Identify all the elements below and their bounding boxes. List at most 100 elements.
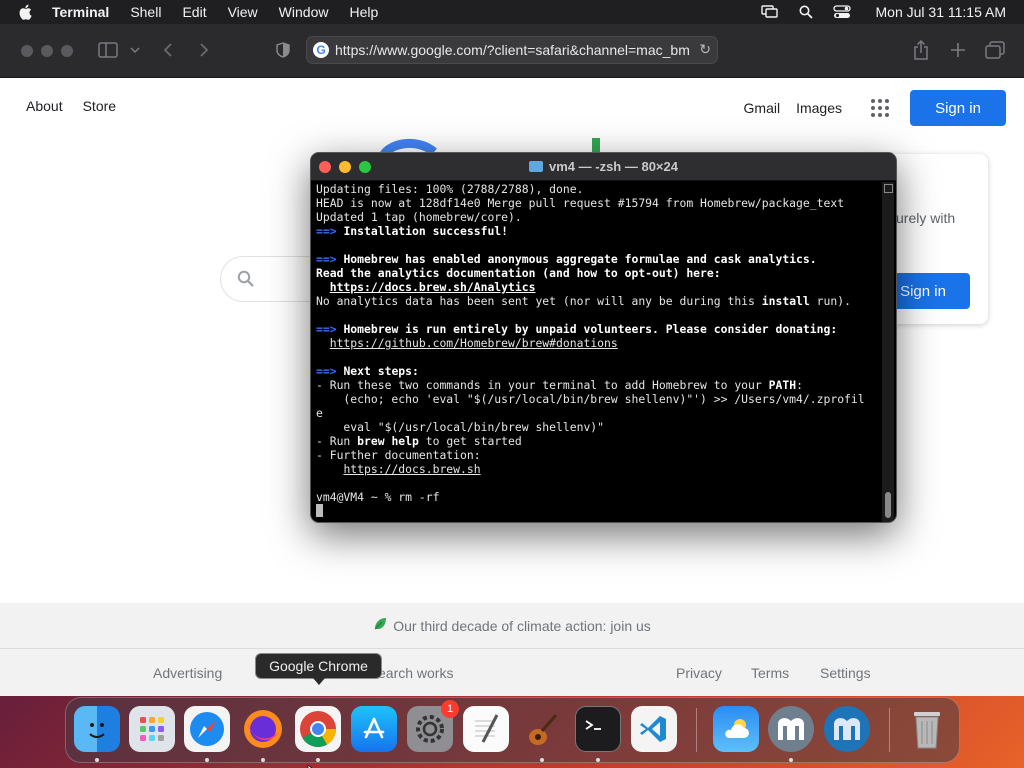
system-settings-icon[interactable]: 1 — [407, 700, 459, 752]
settings-link[interactable]: Settings — [820, 665, 871, 681]
advertising-link[interactable]: Advertising — [153, 665, 222, 681]
brew-docs-link[interactable]: https://docs.brew.sh — [343, 462, 480, 476]
terminal-icon[interactable] — [575, 706, 621, 752]
privacy-shield-icon[interactable] — [274, 38, 292, 62]
trash-icon[interactable] — [904, 706, 950, 752]
menu-edit[interactable]: Edit — [182, 4, 206, 20]
settings-badge: 1 — [441, 700, 459, 718]
sign-in-button[interactable]: Sign in — [910, 90, 1006, 126]
control-center-icon[interactable] — [832, 4, 852, 20]
terminal-cursor — [316, 504, 323, 517]
screen-mirror-icon[interactable] — [760, 4, 780, 20]
how-search-works-link[interactable]: earch works — [378, 665, 453, 681]
google-apps-icon[interactable] — [868, 96, 892, 120]
terminal-line: to get started — [418, 434, 522, 448]
about-link[interactable]: About — [26, 98, 63, 114]
terminal-line: - Run — [316, 434, 358, 448]
terminal-line: Next steps: — [343, 364, 419, 378]
chrome-icon[interactable] — [295, 706, 341, 752]
url-text[interactable]: https://www.google.com/?client=safari&ch… — [335, 42, 690, 58]
vscode-icon[interactable] — [631, 706, 677, 752]
folder-icon — [529, 161, 543, 172]
images-link[interactable]: Images — [796, 100, 842, 116]
gmail-link[interactable]: Gmail — [744, 100, 781, 116]
chevron-down-icon[interactable] — [129, 38, 141, 62]
share-icon[interactable] — [910, 38, 932, 62]
terminal-line: : — [796, 378, 803, 392]
spotlight-icon[interactable] — [796, 4, 816, 20]
running-indicator — [789, 758, 793, 762]
scroll-split-icon[interactable] — [884, 184, 893, 193]
analytics-doc-link[interactable]: https://docs.brew.sh/Analytics — [330, 280, 536, 294]
mouse-cursor-icon — [307, 760, 317, 768]
terminal-arrow: ==> — [316, 252, 337, 266]
terminal-line: Installation successful! — [343, 224, 509, 238]
app-store-icon[interactable] — [351, 706, 397, 752]
launchpad-icon[interactable] — [129, 706, 175, 752]
new-tab-icon[interactable] — [948, 38, 968, 62]
running-indicator — [205, 758, 209, 762]
menu-window[interactable]: Window — [279, 4, 329, 20]
menu-help[interactable]: Help — [349, 4, 378, 20]
reload-icon[interactable]: ↻ — [699, 41, 711, 58]
mysql-workbench-2-icon[interactable] — [824, 706, 870, 752]
terminal-output[interactable]: Updating files: 100% (2788/2788), done. … — [316, 182, 884, 522]
terminal-line: Updating files: 100% (2788/2788), done. — [316, 182, 584, 196]
privacy-link[interactable]: Privacy — [676, 665, 722, 681]
promo-text: urely with — [896, 210, 956, 226]
safari-toolbar: G https://www.google.com/?client=safari&… — [0, 24, 1024, 78]
terms-link[interactable]: Terms — [751, 665, 789, 681]
scroll-thumb[interactable] — [885, 492, 891, 518]
search-icon — [237, 270, 255, 293]
apple-icon[interactable] — [18, 2, 38, 22]
menu-clock[interactable]: Mon Jul 31 11:15 AM — [876, 4, 1006, 20]
dock-separator — [889, 708, 890, 752]
terminal-zoom-button[interactable] — [359, 161, 371, 173]
sidebar-toggle-icon[interactable] — [97, 38, 119, 62]
dock-separator — [696, 708, 697, 752]
menu-shell[interactable]: Shell — [130, 4, 161, 20]
menu-view[interactable]: View — [228, 4, 258, 20]
terminal-scrollbar[interactable] — [882, 182, 894, 522]
terminal-arrow: ==> — [316, 224, 337, 238]
terminal-close-button[interactable] — [319, 161, 331, 173]
terminal-line: brew help — [357, 434, 419, 448]
finder-icon[interactable] — [74, 706, 120, 752]
climate-link[interactable]: Our third decade of climate action: join… — [393, 618, 651, 634]
window-minimize-button[interactable] — [41, 45, 53, 57]
forward-icon[interactable] — [196, 38, 212, 62]
window-zoom-button[interactable] — [61, 45, 73, 57]
weather-icon[interactable] — [713, 706, 759, 752]
running-indicator — [596, 758, 600, 762]
terminal-line: Homebrew has enabled anonymous aggregate… — [343, 252, 817, 266]
terminal-minimize-button[interactable] — [339, 161, 351, 173]
terminal-line: Homebrew is run entirely by unpaid volun… — [343, 322, 838, 336]
running-indicator — [261, 758, 265, 762]
terminal-line: (echo; echo 'eval "$(/usr/local/bin/brew… — [316, 392, 865, 406]
dock: 1 — [65, 697, 960, 763]
textedit-icon[interactable] — [463, 706, 509, 752]
terminal-prompt[interactable]: vm4@VM4 ~ % rm -rf — [316, 490, 439, 504]
leaf-icon — [373, 617, 387, 634]
terminal-line: - Further documentation: — [316, 448, 481, 462]
tab-overview-icon[interactable] — [984, 38, 1006, 62]
back-icon[interactable] — [160, 38, 176, 62]
running-indicator — [540, 758, 544, 762]
google-footer: Our third decade of climate action: join… — [0, 603, 1024, 696]
terminal-line: PATH — [768, 378, 797, 392]
terminal-line: eval "$(/usr/local/bin/brew shellenv)" — [316, 420, 605, 434]
mysql-workbench-icon[interactable] — [768, 706, 814, 752]
store-link[interactable]: Store — [83, 98, 116, 114]
url-bar[interactable]: G https://www.google.com/?client=safari&… — [306, 36, 718, 64]
terminal-line: install — [761, 294, 810, 308]
terminal-line: No analytics data has been sent yet (nor… — [316, 294, 762, 308]
garageband-icon[interactable] — [519, 706, 565, 752]
safari-icon[interactable] — [184, 706, 230, 752]
terminal-titlebar[interactable]: vm4 — -zsh — 80×24 — [311, 153, 896, 181]
donations-link[interactable]: https://github.com/Homebrew/brew#donatio… — [330, 336, 618, 350]
window-close-button[interactable] — [21, 45, 33, 57]
terminal-title: vm4 — -zsh — 80×24 — [549, 159, 678, 174]
terminal-window[interactable]: vm4 — -zsh — 80×24 Updating files: 100% … — [310, 152, 897, 523]
firefox-icon[interactable] — [240, 706, 286, 752]
menu-app-terminal[interactable]: Terminal — [52, 4, 109, 20]
